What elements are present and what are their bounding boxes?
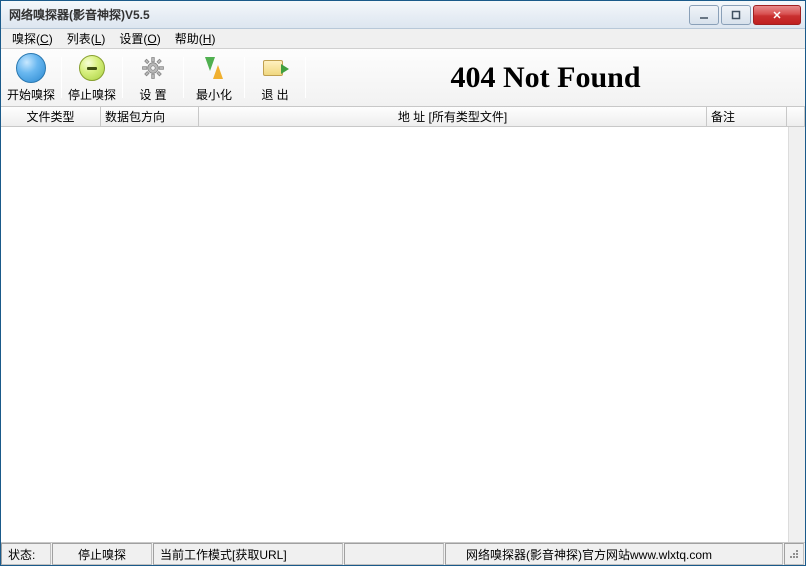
window-controls	[689, 5, 801, 25]
status-label: 状态:	[1, 543, 51, 565]
col-direction[interactable]: 数据包方向	[101, 107, 199, 126]
vertical-scrollbar[interactable]	[788, 127, 805, 542]
table-header: 文件类型 数据包方向 地 址 [所有类型文件] 备注	[1, 107, 805, 127]
settings-button[interactable]: 设 置	[125, 51, 181, 104]
app-window: 网络嗅探器(影音神探)V5.5 嗅探(C) 列表(L) 设置(O) 帮助(H) …	[0, 0, 806, 566]
banner-text: 404 Not Found	[308, 51, 803, 104]
col-remark[interactable]: 备注	[707, 107, 787, 126]
menu-list[interactable]: 列表(L)	[60, 28, 113, 49]
toolbar: 开始嗅探 停止嗅探 设 置	[1, 49, 805, 107]
status-empty	[344, 543, 444, 565]
separator	[305, 57, 306, 98]
window-title: 网络嗅探器(影音神探)V5.5	[9, 6, 689, 23]
col-address[interactable]: 地 址 [所有类型文件]	[199, 107, 707, 126]
separator	[122, 57, 123, 98]
exit-button[interactable]: 退 出	[247, 51, 303, 104]
status-bar: 状态: 停止嗅探 当前工作模式[获取URL] 网络嗅探器(影音神探)官方网站ww…	[1, 543, 805, 565]
menu-help[interactable]: 帮助(H)	[168, 28, 223, 49]
minimize-icon	[699, 10, 709, 20]
title-bar[interactable]: 网络嗅探器(影音神探)V5.5	[1, 1, 805, 29]
status-workmode: 当前工作模式[获取URL]	[153, 543, 343, 565]
exit-label: 退 出	[261, 86, 288, 103]
stop-sniff-label: 停止嗅探	[68, 86, 116, 103]
status-site: 网络嗅探器(影音神探)官方网站www.wlxtq.com	[445, 543, 783, 565]
stop-sniff-button[interactable]: 停止嗅探	[64, 51, 120, 104]
exit-icon	[261, 56, 289, 80]
separator	[183, 57, 184, 98]
settings-label: 设 置	[139, 86, 166, 103]
status-mode: 停止嗅探	[52, 543, 152, 565]
col-filetype[interactable]: 文件类型	[1, 107, 101, 126]
close-window-button[interactable]	[753, 5, 801, 25]
minimize-window-button[interactable]	[689, 5, 719, 25]
grip-icon	[788, 548, 800, 560]
menu-sniff[interactable]: 嗅探(C)	[5, 28, 60, 49]
arrows-icon	[201, 55, 227, 81]
start-sniff-label: 开始嗅探	[7, 86, 55, 103]
resize-grip[interactable]	[784, 543, 804, 565]
table-body[interactable]	[1, 127, 805, 543]
maximize-icon	[731, 10, 741, 20]
separator	[61, 57, 62, 98]
close-icon	[772, 10, 782, 20]
menu-settings[interactable]: 设置(O)	[112, 28, 167, 49]
gear-icon	[137, 52, 169, 84]
maximize-window-button[interactable]	[721, 5, 751, 25]
col-scroll-spacer	[787, 107, 805, 126]
stop-icon	[79, 55, 105, 81]
separator	[244, 57, 245, 98]
start-sniff-button[interactable]: 开始嗅探	[3, 51, 59, 104]
minimize-label: 最小化	[196, 86, 232, 103]
menu-bar: 嗅探(C) 列表(L) 设置(O) 帮助(H)	[1, 29, 805, 49]
globe-icon	[16, 53, 46, 83]
minimize-button[interactable]: 最小化	[186, 51, 242, 104]
